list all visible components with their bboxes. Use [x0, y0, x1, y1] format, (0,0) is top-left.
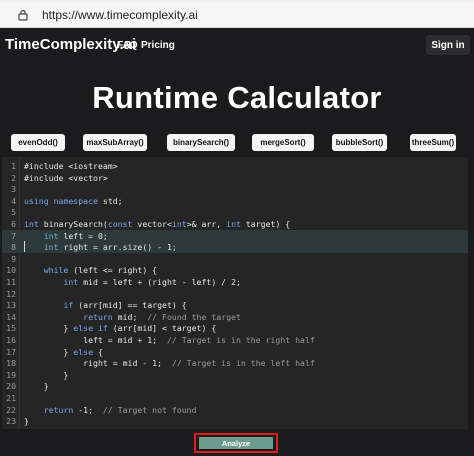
code-line[interactable]: 23}: [2, 415, 468, 427]
line-number: 5: [11, 207, 16, 218]
code-line[interactable]: 3: [2, 183, 468, 195]
code-line[interactable]: 22 return -1; // Target not found: [2, 404, 468, 416]
nav-link-faq[interactable]: FAQ: [117, 40, 138, 51]
example-buttons: evenOdd() maxSubArray() binarySearch() m…: [0, 134, 474, 152]
code-line[interactable]: 17 } else {: [2, 346, 468, 358]
code-line[interactable]: 7 int left = 0;: [2, 229, 468, 242]
code-text: }: [24, 369, 69, 380]
line-number: 2: [11, 172, 16, 183]
page-title: Runtime Calculator: [92, 80, 382, 115]
analyze-highlight-box: Analyze: [194, 433, 278, 453]
line-number: 11: [6, 277, 16, 287]
code-text: }: [24, 381, 49, 392]
code-line[interactable]: 14 return mid; // Found the target: [2, 311, 468, 323]
code-line[interactable]: 5: [2, 206, 468, 218]
line-number: 4: [11, 195, 16, 206]
example-threesum-button[interactable]: threeSum(): [410, 134, 456, 151]
code-text: int right = arr.size() - 1;: [43, 242, 177, 253]
line-number: 21: [6, 393, 16, 403]
code-line[interactable]: 15 } else if (arr[mid] < target) {: [2, 322, 468, 334]
url-field[interactable]: https://www.timecomplexity.ai: [0, 2, 474, 26]
code-line[interactable]: 18 right = mid - 1; // Target is in the …: [2, 357, 468, 369]
line-number: 1: [11, 161, 16, 171]
example-binarysearch-button[interactable]: binarySearch(): [167, 134, 235, 151]
line-number: 17: [6, 346, 16, 357]
line-number: 3: [11, 184, 16, 195]
code-text: while (left <= right) {: [43, 265, 158, 276]
example-evenodd-button[interactable]: evenOdd(): [11, 134, 65, 151]
analyze-button[interactable]: Analyze: [199, 437, 273, 449]
code-line[interactable]: 12: [2, 288, 468, 300]
line-number: 14: [6, 311, 16, 322]
sign-in-button[interactable]: Sign in: [426, 35, 470, 55]
nav-link-pricing[interactable]: Pricing: [141, 40, 175, 51]
code-text: using namespace std;: [24, 195, 123, 206]
lock-icon: [18, 9, 28, 21]
line-number: 23: [6, 416, 16, 427]
code-text: int binarySearch(const vector<int>& arr,…: [24, 219, 291, 229]
code-line[interactable]: 20 }: [2, 380, 468, 392]
code-text: } else if (arr[mid] < target) {: [24, 323, 217, 334]
site-header: TimeComplexity.ai FAQ Pricing Sign in: [0, 28, 474, 64]
code-text: return -1; // Target not found: [43, 404, 197, 415]
example-mergesort-button[interactable]: mergeSort(): [252, 134, 314, 151]
code-text: left = mid + 1; // Target is in the righ…: [24, 335, 315, 345]
url-text: https://www.timecomplexity.ai: [42, 8, 198, 22]
code-line[interactable]: 10 while (left <= right) {: [2, 264, 468, 276]
code-line[interactable]: 19 }: [2, 369, 468, 381]
code-line[interactable]: 21: [2, 392, 468, 404]
line-number: 18: [6, 358, 16, 369]
line-number: 19: [6, 369, 16, 380]
code-line[interactable]: 16 left = mid + 1; // Target is in the r…: [2, 334, 468, 346]
code-text: if (arr[mid] == target) {: [63, 300, 187, 311]
code-line[interactable]: 11 int mid = left + (right - left) / 2;: [2, 276, 468, 288]
example-bubblesort-button[interactable]: bubbleSort(): [332, 134, 387, 151]
code-line[interactable]: 8 int right = arr.size() - 1;: [2, 241, 468, 254]
line-number: 8: [11, 242, 16, 253]
line-number: 22: [6, 404, 16, 415]
code-text: } else {: [24, 346, 103, 357]
code-text: int mid = left + (right - left) / 2;: [63, 277, 241, 287]
code-line[interactable]: 1 #include <iostream>: [2, 160, 468, 172]
code-line[interactable]: 4 using namespace std;: [2, 195, 468, 207]
line-number: 9: [11, 253, 16, 264]
line-number: 7: [11, 230, 16, 241]
code-text: #include <iostream>: [24, 161, 118, 171]
code-text: int left = 0;: [43, 230, 108, 241]
code-line[interactable]: 9: [2, 253, 468, 265]
line-number: 16: [6, 335, 16, 345]
line-number: 13: [6, 300, 16, 311]
line-number: 15: [6, 323, 16, 334]
code-line[interactable]: 6 int binarySearch(const vector<int>& arr…: [2, 218, 468, 230]
code-line[interactable]: 2 #include <vector>: [2, 172, 468, 184]
code-text: }: [24, 416, 29, 427]
text-cursor: [24, 241, 25, 253]
line-number: 20: [6, 381, 16, 392]
line-number: 6: [11, 219, 16, 229]
browser-address-bar: https://www.timecomplexity.ai: [0, 0, 474, 28]
code-text: #include <vector>: [24, 172, 108, 183]
code-text: return mid; // Found the target: [83, 311, 241, 322]
line-number: 12: [6, 288, 16, 299]
code-editor[interactable]: 1 #include <iostream> 2 #include <vector> 3 4…: [2, 157, 468, 429]
example-maxsubarray-button[interactable]: maxSubArray(): [83, 134, 147, 151]
code-text: right = mid - 1; // Target is in the lef…: [24, 358, 315, 369]
line-number: 10: [6, 265, 16, 276]
code-line[interactable]: 13 if (arr[mid] == target) {: [2, 299, 468, 311]
